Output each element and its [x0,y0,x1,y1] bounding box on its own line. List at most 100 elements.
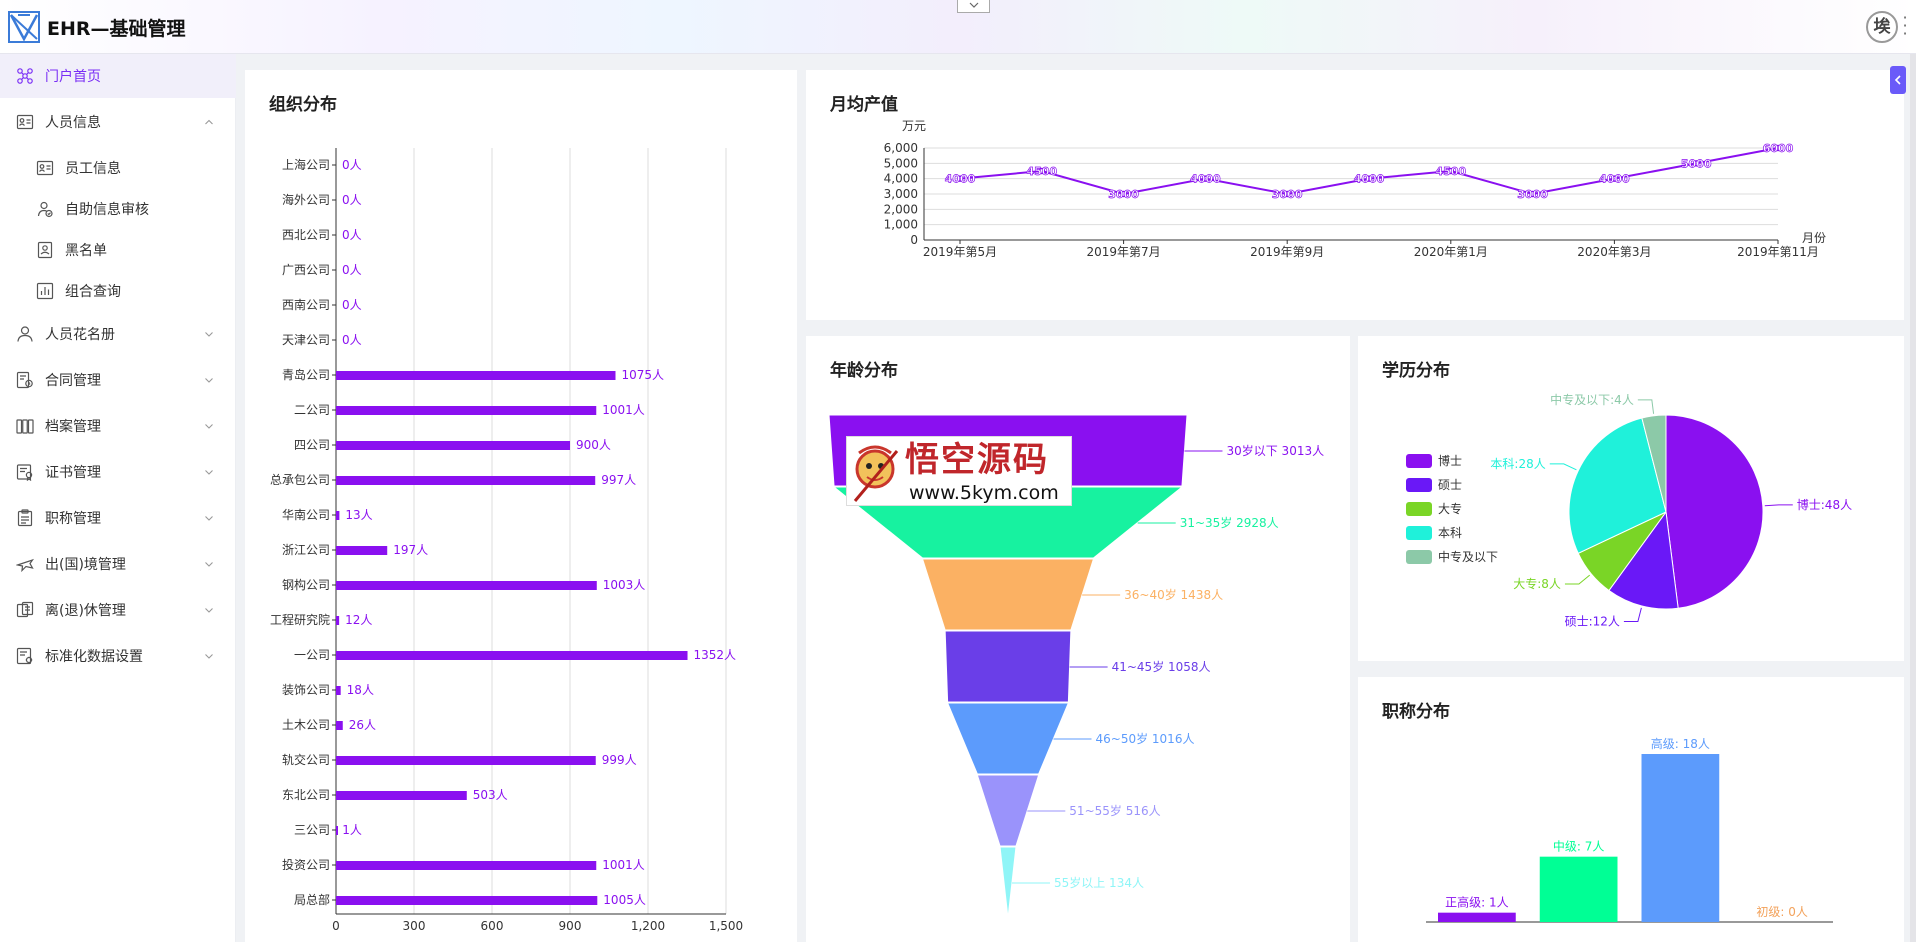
sidebar-item-label: 人员信息 [45,115,101,131]
sidebar-item-label: 离(退)休管理 [45,603,126,619]
watermark-url: www.5kym.com [909,482,1059,504]
org-bar [336,616,340,625]
monthly-x-tick: 2019年第7月 [1087,245,1161,259]
monthly-y-tick: 5,000 [884,156,918,170]
age-segment-label: 51~55岁 516人 [1069,803,1160,818]
sidebar-item-6[interactable]: 人员花名册 [0,312,236,356]
org-bar-label: 1352人 [694,648,737,662]
sidebar-item-12[interactable]: 离(退)休管理 [0,588,236,632]
sidebar-item-8[interactable]: 档案管理 [0,404,236,448]
monthly-point-label: 3000 [1108,188,1139,201]
edu-legend-swatch [1406,502,1432,516]
chevron-down-icon [205,470,213,475]
org-bar [336,721,343,730]
sidebar-item-4[interactable]: 黑名单 [0,228,236,272]
clipboard-icon [17,509,33,527]
more-vertical-icon[interactable]: · · · [1901,10,1909,42]
edu-legend-label: 大专 [1438,501,1462,516]
chevron-down-icon [205,562,213,567]
panel-toggle-button[interactable] [1890,66,1906,94]
title-bar-label: 初级: 0人 [1756,905,1808,919]
sidebar-item-7[interactable]: 合同管理 [0,358,236,402]
monthly-point-label: 4000 [1599,173,1630,186]
edu-slice-label: 本科:28人 [1490,457,1545,471]
sidebar-item-label: 门户首页 [45,69,101,85]
org-bar-label: 18人 [347,683,374,697]
edu-legend-label: 博士 [1438,453,1462,468]
org-category-label: 钢构公司 [282,577,330,592]
user-check-icon [37,201,53,218]
org-category-label: 天津公司 [282,333,330,347]
sidebar-item-5[interactable]: 组合查询 [0,269,236,313]
sidebar-item-label: 标准化数据设置 [45,649,143,665]
org-category-label: 土木公司 [282,718,330,732]
org-bar [336,861,597,870]
org-bar [336,896,598,905]
app-title: EHR—基础管理 [47,18,186,40]
bar-chart-icon [36,282,54,300]
monthly-y-label: 万元 [902,119,926,133]
monkey-mascot-icon [853,445,899,502]
certificate-icon [16,464,33,481]
sidebar-item-3[interactable]: 自助信息审核 [0,187,236,231]
monthly-y-tick: 1,000 [884,218,918,232]
org-x-tick: 0 [332,919,340,933]
monthly-point-label: 4000 [1190,173,1221,186]
monthly-y-tick: 3,000 [884,187,918,201]
page-scrollbar[interactable] [1910,54,1916,942]
org-bar-label: 1人 [342,823,362,837]
sidebar-item-label: 职称管理 [45,511,101,527]
sidebar-item-11[interactable]: 出(国)境管理 [0,542,236,586]
org-bar [336,406,597,415]
age-segment-label: 55岁以上 134人 [1054,875,1144,890]
sidebar-item-1[interactable]: 人员信息 [0,100,236,144]
org-category-label: 工程研究院 [270,612,330,627]
id-card-icon [36,160,54,176]
edu-label-line [1564,574,1591,585]
sidebar-item-0[interactable]: 门户首页 [0,54,236,98]
age-funnel-segment [921,558,1095,631]
monthly-x-tick: 2019年第9月 [1250,245,1324,259]
monthly-series-line [959,147,1779,196]
org-bar-label: 0人 [342,333,362,347]
sidebar-item-9[interactable]: 证书管理 [0,450,236,494]
org-bar-label: 1005人 [603,893,646,907]
blacklist-icon [37,241,53,259]
edu-label-line [1623,607,1642,622]
age-funnel-segment [944,630,1072,703]
org-category-label: 四公司 [294,438,330,452]
edu-slice-label: 博士:48人 [1797,497,1852,512]
monthly-point-label: 4000 [1354,173,1385,186]
org-category-label: 一公司 [294,648,330,662]
org-bar-label: 1003人 [603,578,646,592]
org-category-label: 西北公司 [282,228,330,242]
edu-legend-swatch [1406,454,1432,468]
chevron-down-icon [205,608,213,613]
sidebar-item-13[interactable]: 标准化数据设置 [0,634,236,678]
top-bar: EHR—基础管理 埃 · · · [0,0,1916,54]
org-bar [336,371,616,380]
edu-slice-label: 硕士:12人 [1565,614,1620,628]
sidebar-item-10[interactable]: 职称管理 [0,496,236,540]
org-x-tick: 900 [559,919,582,933]
age-segment-label: 30岁以下 3013人 [1226,443,1324,458]
org-bar [336,546,388,555]
user-avatar[interactable]: 埃 [1866,11,1898,43]
chevron-down-icon [969,2,978,8]
monthly-output-card: 月均产值 万元 月份 0 1,000 2,000 3,000 4,000 5,000 6,000… [806,70,1904,320]
header-collapse-button[interactable] [957,0,990,13]
org-bar-label: 26人 [349,718,376,732]
org-category-label: 东北公司 [282,788,330,802]
sidebar-item-label: 证书管理 [45,465,101,481]
org-bar [336,476,596,485]
sidebar-item-2[interactable]: 员工信息 [0,146,236,190]
age-segment-label: 36~40岁 1438人 [1124,587,1223,602]
title-distribution-card: 职称分布 正高级: 1人 中级: 7人 高级: 18人 初级: 0人 [1358,677,1904,942]
edu-label-line [1764,504,1793,507]
org-category-label: 装饰公司 [282,683,330,697]
org-bar-label: 0人 [342,298,362,312]
monthly-x-tick: 2020年第1月 [1414,245,1488,259]
org-bar-label: 197人 [393,543,428,557]
org-category-label: 三公司 [294,823,330,837]
org-category-label: 华南公司 [282,507,330,522]
